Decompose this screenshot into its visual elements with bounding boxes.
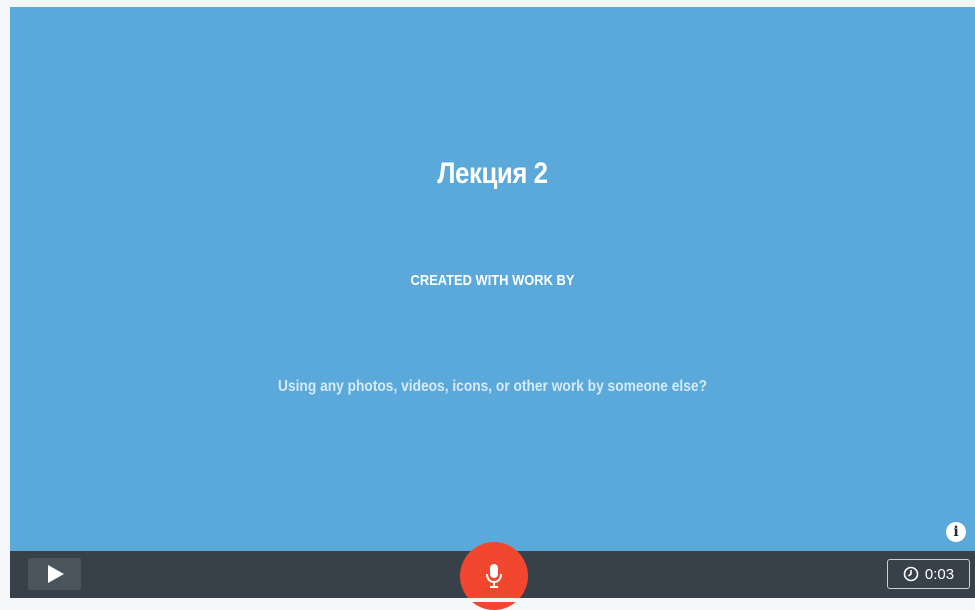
timer-value: 0:03	[924, 565, 955, 583]
recording-timer: 0:03	[887, 559, 970, 589]
clock-icon	[903, 566, 919, 582]
slide-canvas: Лекция 2 CREATED WITH WORK BY Using any …	[10, 7, 975, 551]
slide-title: Лекция 2	[437, 157, 548, 190]
play-icon	[48, 565, 64, 583]
info-icon[interactable]: i	[946, 522, 966, 542]
slide-note: Using any photos, videos, icons, or othe…	[278, 378, 707, 395]
play-button[interactable]	[28, 558, 81, 590]
bottom-strip	[0, 598, 975, 602]
microphone-icon	[486, 564, 502, 588]
control-bar: 0:03	[10, 542, 975, 610]
slide-subtitle: CREATED WITH WORK BY	[410, 272, 575, 289]
recorder-frame: Лекция 2 CREATED WITH WORK BY Using any …	[0, 0, 975, 610]
